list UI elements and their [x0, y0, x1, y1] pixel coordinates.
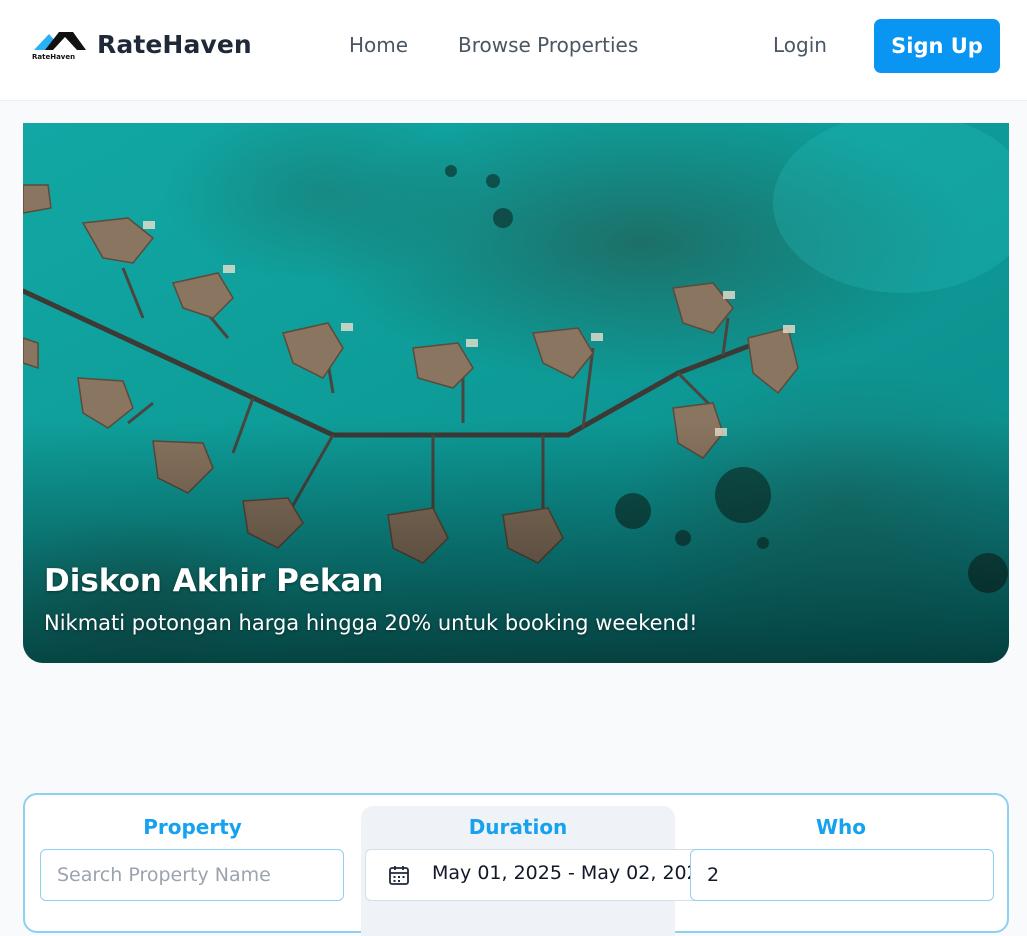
property-label: Property: [143, 815, 242, 839]
nav-browse-properties-link[interactable]: Browse Properties: [458, 33, 638, 57]
guest-count-input[interactable]: [690, 849, 994, 901]
promo-subtitle: Nikmati potongan harga hingga 20% untuk …: [44, 611, 698, 635]
duration-value: May 01, 2025 - May 02, 2025: [432, 862, 711, 884]
promo-title: Diskon Akhir Pekan: [44, 563, 384, 599]
hero-banner[interactable]: Diskon Akhir Pekan Nikmati potongan harg…: [23, 123, 1009, 663]
who-label: Who: [815, 815, 867, 839]
duration-label: Duration: [468, 815, 568, 839]
calendar-icon: [388, 864, 410, 890]
brand-name[interactable]: RateHaven: [97, 30, 252, 59]
property-search-input[interactable]: [40, 849, 344, 901]
sign-up-button[interactable]: Sign Up: [874, 19, 1000, 73]
duration-date-picker[interactable]: May 01, 2025 - May 02, 2025: [365, 849, 713, 901]
nav-login-link[interactable]: Login: [773, 33, 827, 57]
svg-text:RateHaven: RateHaven: [32, 53, 75, 61]
nav-home-link[interactable]: Home: [349, 33, 408, 57]
top-navbar: RateHaven RateHaven Home Browse Properti…: [0, 0, 1027, 101]
ratehaven-logo[interactable]: RateHaven: [31, 28, 87, 62]
booking-search-card: Property Duration Who May 01, 2025 - May…: [23, 793, 1009, 936]
